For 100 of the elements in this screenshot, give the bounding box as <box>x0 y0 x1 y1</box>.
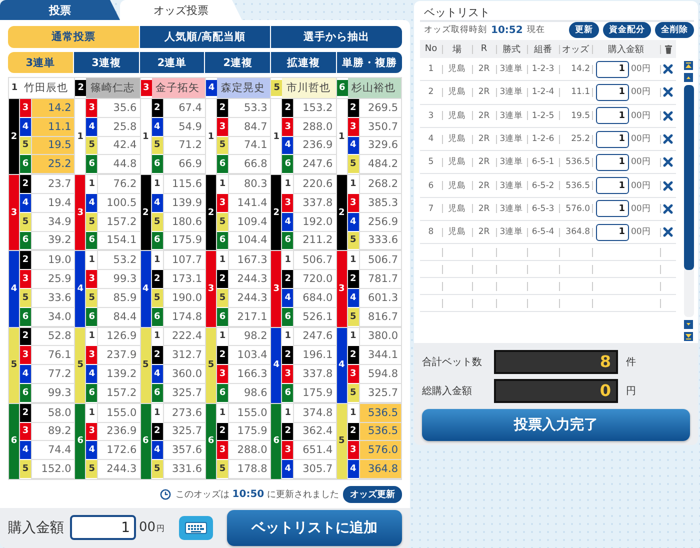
bet-list-button[interactable]: 資金配分 <box>603 22 651 38</box>
odds-cell[interactable]: 71.2 <box>162 136 205 156</box>
odds-cell[interactable]: 364.8 <box>358 460 401 479</box>
odds-cell[interactable]: 84.4 <box>97 308 140 327</box>
odds-cell[interactable]: 103.4 <box>228 346 270 366</box>
add-to-bet-list-button[interactable]: ベットリストに追加 <box>226 510 402 546</box>
odds-cell[interactable]: 385.3 <box>358 194 401 213</box>
odds-cell[interactable]: 268.2 <box>358 175 401 194</box>
odds-cell[interactable]: 34.9 <box>31 212 74 232</box>
odds-cell[interactable]: 247.6 <box>293 328 336 346</box>
odds-cell[interactable]: 536.5 <box>358 422 401 442</box>
complete-vote-button[interactable]: 投票入力完了 <box>422 409 690 441</box>
odds-cell[interactable]: 269.5 <box>358 99 401 118</box>
odds-cell[interactable]: 100.5 <box>97 194 140 213</box>
odds-cell[interactable]: 155.0 <box>228 404 270 423</box>
odds-cell[interactable]: 152.0 <box>31 460 74 479</box>
bet-type-tab[interactable]: 拡連複 <box>271 52 336 73</box>
odds-cell[interactable]: 816.7 <box>358 308 401 327</box>
bet-type-tab[interactable]: 3連単 <box>8 52 73 73</box>
odds-cell[interactable]: 484.2 <box>358 155 401 174</box>
odds-cell[interactable]: 331.6 <box>162 460 205 479</box>
amount-input[interactable]: 1 <box>596 200 629 218</box>
odds-cell[interactable]: 53.2 <box>97 251 140 270</box>
odds-cell[interactable]: 33.6 <box>31 288 74 308</box>
odds-cell[interactable]: 19.5 <box>31 136 74 156</box>
odds-cell[interactable]: 273.6 <box>162 404 205 423</box>
delete-icon[interactable] <box>663 180 673 191</box>
bet-list-button[interactable]: 全削除 <box>655 22 694 38</box>
odds-cell[interactable]: 66.9 <box>162 155 205 174</box>
odds-cell[interactable]: 506.7 <box>358 251 401 270</box>
odds-cell[interactable]: 247.6 <box>293 155 336 174</box>
odds-cell[interactable]: 80.3 <box>228 175 270 194</box>
odds-cell[interactable]: 211.2 <box>293 232 336 250</box>
odds-cell[interactable]: 25.9 <box>31 270 74 289</box>
odds-cell[interactable]: 720.0 <box>293 270 336 289</box>
delete-icon[interactable] <box>663 227 673 238</box>
odds-cell[interactable]: 236.9 <box>97 422 140 442</box>
odds-cell[interactable]: 23.7 <box>31 175 74 194</box>
odds-cell[interactable]: 651.4 <box>293 441 336 460</box>
odds-cell[interactable]: 288.0 <box>228 441 270 460</box>
odds-cell[interactable]: 126.9 <box>97 328 140 346</box>
odds-cell[interactable]: 76.2 <box>97 175 140 194</box>
odds-cell[interactable]: 601.3 <box>358 288 401 308</box>
odds-cell[interactable]: 344.1 <box>358 346 401 366</box>
odds-cell[interactable]: 19.0 <box>31 251 74 270</box>
mode-tab[interactable]: 選手から抽出 <box>271 26 402 48</box>
odds-cell[interactable]: 173.1 <box>162 270 205 289</box>
odds-cell[interactable]: 325.7 <box>162 422 205 442</box>
odds-cell[interactable]: 42.4 <box>97 136 140 156</box>
odds-cell[interactable]: 139.9 <box>162 194 205 213</box>
odds-cell[interactable]: 220.6 <box>293 175 336 194</box>
odds-cell[interactable]: 536.5 <box>358 404 401 423</box>
odds-cell[interactable]: 104.4 <box>228 232 270 250</box>
odds-cell[interactable]: 99.3 <box>31 384 74 403</box>
odds-cell[interactable]: 362.4 <box>293 422 336 442</box>
amount-input[interactable]: 1 <box>596 60 629 78</box>
odds-cell[interactable]: 98.2 <box>228 328 270 346</box>
odds-cell[interactable]: 53.3 <box>228 99 270 118</box>
odds-cell[interactable]: 141.4 <box>228 194 270 213</box>
odds-cell[interactable]: 84.7 <box>228 118 270 137</box>
odds-cell[interactable]: 374.8 <box>293 404 336 423</box>
bet-list-button[interactable]: 更新 <box>569 22 599 38</box>
odds-cell[interactable]: 196.1 <box>293 346 336 366</box>
odds-cell[interactable]: 350.7 <box>358 118 401 137</box>
odds-cell[interactable]: 357.6 <box>162 441 205 460</box>
odds-cell[interactable]: 325.7 <box>162 384 205 403</box>
odds-cell[interactable]: 98.6 <box>228 384 270 403</box>
amount-input[interactable]: 1 <box>596 177 629 194</box>
odds-cell[interactable]: 244.3 <box>228 270 270 289</box>
odds-cell[interactable]: 35.6 <box>97 99 140 118</box>
odds-cell[interactable]: 19.4 <box>31 194 74 213</box>
amount-input[interactable]: 1 <box>596 84 629 101</box>
odds-cell[interactable]: 25.2 <box>31 155 74 174</box>
odds-cell[interactable]: 237.9 <box>97 346 140 366</box>
odds-cell[interactable]: 34.0 <box>31 308 74 327</box>
amount-input[interactable]: 1 <box>70 515 136 540</box>
odds-cell[interactable]: 54.9 <box>162 118 205 137</box>
odds-cell[interactable]: 89.2 <box>31 422 74 442</box>
delete-icon[interactable] <box>663 134 673 144</box>
amount-input[interactable]: 1 <box>596 224 629 241</box>
odds-cell[interactable]: 85.9 <box>97 288 140 308</box>
bet-type-tab[interactable]: 単勝・複勝 <box>337 52 402 73</box>
odds-cell[interactable]: 66.8 <box>228 155 270 174</box>
odds-cell[interactable]: 107.7 <box>162 251 205 270</box>
odds-cell[interactable]: 58.0 <box>31 404 74 423</box>
trash-icon[interactable] <box>664 44 672 54</box>
scroll-bottom-button[interactable] <box>684 332 693 341</box>
odds-cell[interactable]: 174.8 <box>162 308 205 327</box>
delete-icon[interactable] <box>663 204 673 214</box>
odds-cell[interactable]: 192.0 <box>293 212 336 232</box>
odds-cell[interactable]: 154.1 <box>97 232 140 250</box>
odds-cell[interactable]: 74.4 <box>31 441 74 460</box>
odds-cell[interactable]: 506.7 <box>293 251 336 270</box>
odds-cell[interactable]: 312.7 <box>162 346 205 366</box>
odds-cell[interactable]: 44.8 <box>97 155 140 174</box>
scrollbar-thumb[interactable] <box>684 85 694 270</box>
odds-cell[interactable]: 157.2 <box>97 212 140 232</box>
bet-type-tab[interactable]: 2連単 <box>140 52 204 73</box>
odds-cell[interactable]: 236.9 <box>293 136 336 156</box>
odds-cell[interactable]: 190.0 <box>162 288 205 308</box>
